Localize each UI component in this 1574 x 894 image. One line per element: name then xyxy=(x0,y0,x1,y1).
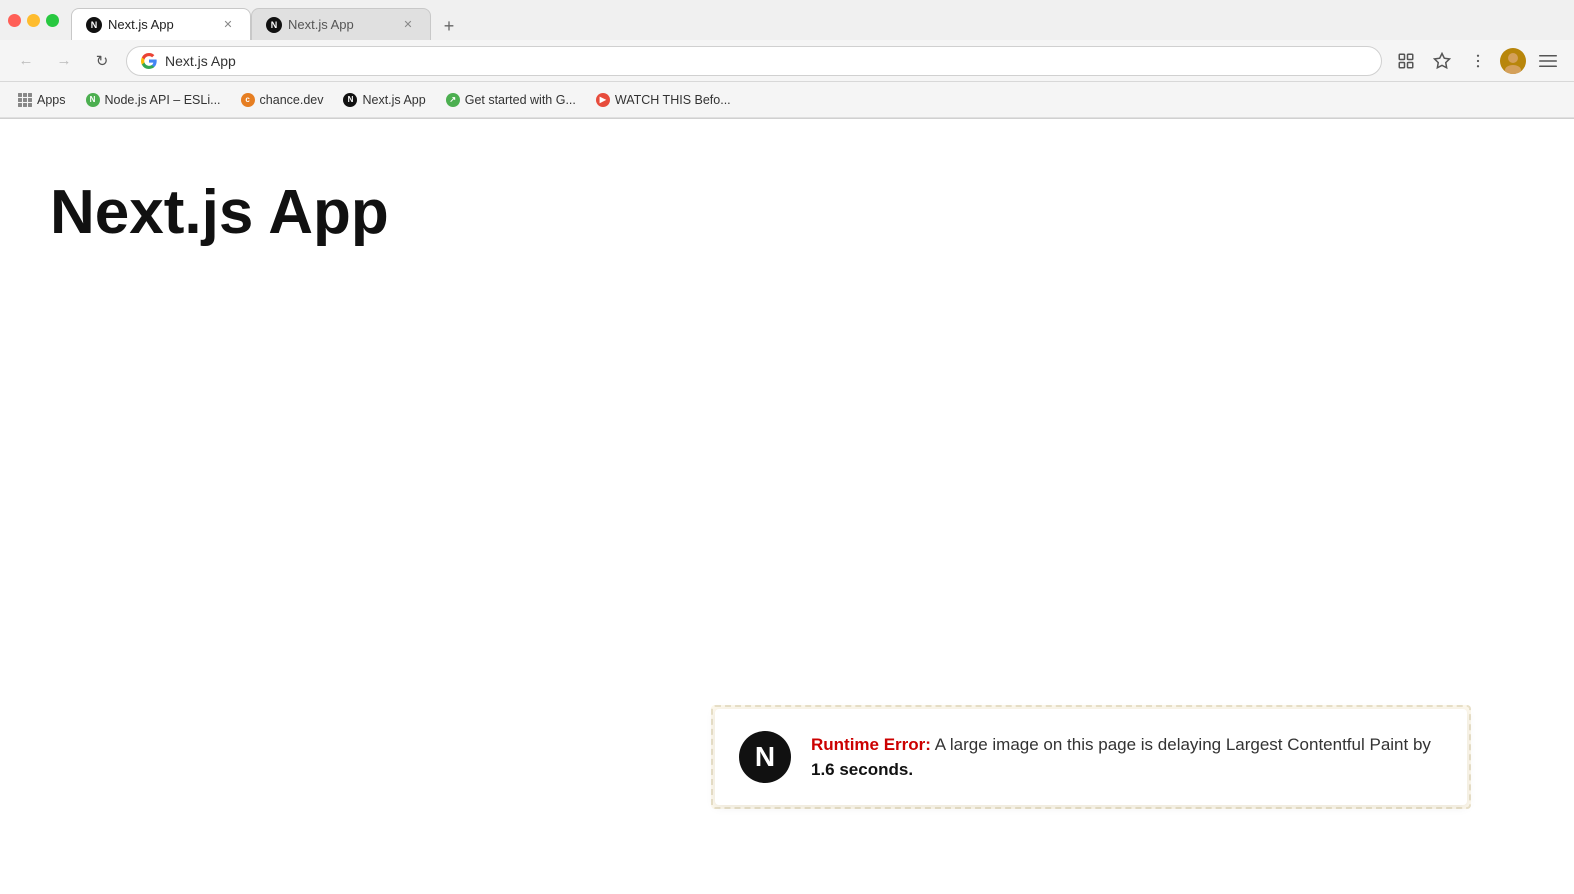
error-overlay-border: N Runtime Error: A large image on this p… xyxy=(711,705,1471,809)
bookmarks-bar: Apps N Node.js API – ESLi... c chance.de… xyxy=(0,82,1574,118)
new-tab-button[interactable]: + xyxy=(435,12,463,40)
apps-grid-icon xyxy=(18,93,32,107)
tab-bar: N Next.js App ✕ N Next.js App ✕ + xyxy=(71,0,1566,40)
back-button[interactable]: ← xyxy=(12,47,40,75)
bookmark-getstarted-label: Get started with G... xyxy=(465,93,576,107)
error-message: A large image on this page is delaying L… xyxy=(931,735,1431,754)
browser-chrome: N Next.js App ✕ N Next.js App ✕ + ← → ↻ xyxy=(0,0,1574,119)
title-bar: N Next.js App ✕ N Next.js App ✕ + xyxy=(0,0,1574,40)
tab-1-favicon: N xyxy=(86,17,102,33)
apps-bookmark[interactable]: Apps xyxy=(10,89,74,111)
error-label: Runtime Error: xyxy=(811,735,931,754)
bookmark-getstarted-favicon: ↗ xyxy=(446,93,460,107)
toolbar-right xyxy=(1392,47,1562,75)
tab-2-title: Next.js App xyxy=(288,17,394,32)
bookmark-getstarted[interactable]: ↗ Get started with G... xyxy=(438,89,584,111)
bookmark-chance-favicon: c xyxy=(241,93,255,107)
more-icon[interactable] xyxy=(1464,47,1492,75)
google-icon xyxy=(141,53,157,69)
bookmark-nextjs-favicon: N xyxy=(343,93,357,107)
address-bar[interactable]: Next.js App xyxy=(126,46,1382,76)
chrome-menu-icon[interactable] xyxy=(1534,47,1562,75)
maximize-button[interactable] xyxy=(46,14,59,27)
apps-label: Apps xyxy=(37,93,66,107)
forward-button[interactable]: → xyxy=(50,47,78,75)
traffic-lights xyxy=(8,14,59,27)
address-bar-row: ← → ↻ Next.js App xyxy=(0,40,1574,82)
tab-2-favicon: N xyxy=(266,17,282,33)
bookmark-chance[interactable]: c chance.dev xyxy=(233,89,332,111)
bookmark-nodejs-label: Node.js API – ESLi... xyxy=(105,93,221,107)
bookmark-watch-favicon: ▶ xyxy=(596,93,610,107)
bookmark-watch-label: WATCH THIS Befo... xyxy=(615,93,731,107)
tab-1[interactable]: N Next.js App ✕ xyxy=(71,8,251,40)
bookmark-icon[interactable] xyxy=(1428,47,1456,75)
tab-1-title: Next.js App xyxy=(108,17,214,32)
extensions-icon[interactable] xyxy=(1392,47,1420,75)
error-bold-value: 1.6 seconds. xyxy=(811,760,913,779)
tab-1-close[interactable]: ✕ xyxy=(220,17,236,33)
bookmark-nodejs-favicon: N xyxy=(86,93,100,107)
close-button[interactable] xyxy=(8,14,21,27)
bookmark-nextjs-label: Next.js App xyxy=(362,93,425,107)
error-overlay: N Runtime Error: A large image on this p… xyxy=(715,709,1467,805)
page-title: Next.js App xyxy=(50,179,1524,247)
error-overlay-wrapper: N Runtime Error: A large image on this p… xyxy=(711,705,1471,809)
tab-2[interactable]: N Next.js App ✕ xyxy=(251,8,431,40)
bookmark-chance-label: chance.dev xyxy=(260,93,324,107)
avatar[interactable] xyxy=(1500,48,1526,74)
bookmark-nextjs[interactable]: N Next.js App xyxy=(335,89,433,111)
page-content: Next.js App N Runtime Error: A large ima… xyxy=(0,119,1574,869)
minimize-button[interactable] xyxy=(27,14,40,27)
error-text: Runtime Error: A large image on this pag… xyxy=(811,732,1443,783)
address-text: Next.js App xyxy=(165,53,1367,69)
reload-button[interactable]: ↻ xyxy=(88,47,116,75)
error-next-letter: N xyxy=(755,741,775,773)
error-next-icon: N xyxy=(739,731,791,783)
bookmark-nodejs[interactable]: N Node.js API – ESLi... xyxy=(78,89,229,111)
bookmark-watch[interactable]: ▶ WATCH THIS Befo... xyxy=(588,89,739,111)
tab-2-close[interactable]: ✕ xyxy=(400,17,416,33)
